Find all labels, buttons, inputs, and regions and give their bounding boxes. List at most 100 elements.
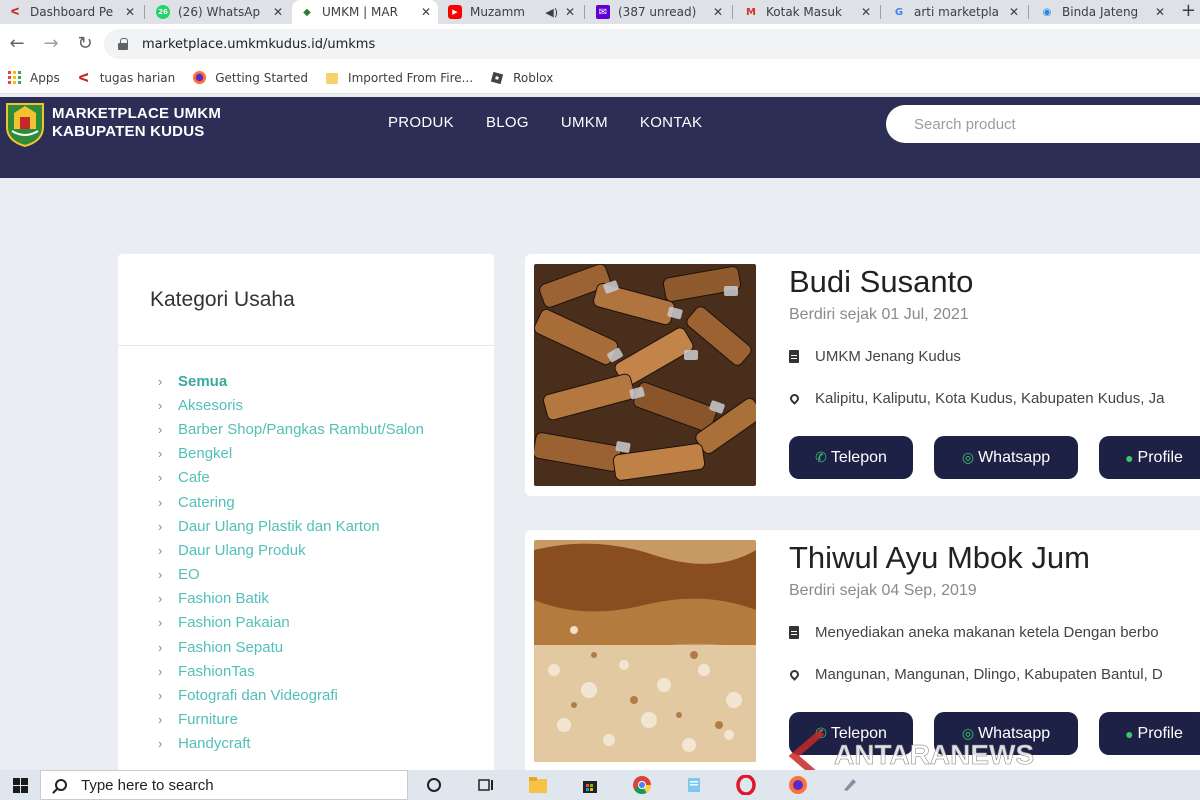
umkm-description-text: Menyediakan aneka makanan ketela Dengan … [815, 624, 1159, 641]
nav-blog[interactable]: BLOG [486, 114, 529, 131]
chevron-right-icon: › [158, 736, 163, 752]
close-icon[interactable]: ✕ [564, 5, 576, 19]
bookmark-roblox[interactable]: Roblox [489, 70, 553, 86]
close-icon[interactable]: ✕ [272, 5, 284, 19]
close-icon[interactable]: ✕ [712, 5, 724, 19]
gmail-icon: M [746, 6, 756, 18]
task-view-icon[interactable] [460, 770, 512, 800]
opera-icon[interactable] [720, 770, 772, 800]
umkm-address-text: Kalipitu, Kaliputu, Kota Kudus, Kabupate… [815, 390, 1165, 407]
category-label: Aksesoris [178, 396, 244, 414]
category-item-barber-shop[interactable]: › Barber Shop/Pangkas Rambut/Salon [158, 417, 494, 441]
brand-line-1: MARKETPLACE UMKM [52, 105, 222, 122]
category-item-aksesoris[interactable]: › Aksesoris [158, 393, 494, 417]
category-item-eo[interactable]: › EO [158, 563, 494, 587]
app-icon[interactable] [824, 770, 876, 800]
store-icon[interactable] [564, 770, 616, 800]
tab-umkm[interactable]: ◆ UMKM | MAR ✕ [292, 0, 438, 24]
product-image[interactable] [534, 540, 756, 762]
reload-icon[interactable]: ↻ [68, 33, 102, 54]
category-item-fotografi[interactable]: › Fotografi dan Videografi [158, 683, 494, 707]
yahoo-mail-icon: ✉ [596, 5, 610, 19]
apps-grid-icon [6, 70, 22, 86]
whatsapp-icon: 26 [156, 5, 170, 19]
bookmark-label: tugas harian [99, 70, 176, 85]
kudus-logo-icon[interactable] [4, 101, 46, 147]
tab-youtube[interactable]: ▶ Muzamm ◀) ✕ [440, 0, 582, 24]
chevron-right-icon: › [158, 712, 163, 728]
category-label: Semua [178, 372, 228, 390]
nav-kontak[interactable]: KONTAK [640, 114, 702, 131]
chevron-right-icon: › [158, 373, 163, 389]
address-bar[interactable]: marketplace.umkmkudus.id/umkms [104, 29, 1200, 59]
umkm-name[interactable]: Budi Susanto [789, 264, 973, 300]
tab-dashboard[interactable]: ᐸ Dashboard Pe ✕ [0, 0, 142, 24]
umkm-address-text: Mangunan, Mangunan, Dlingo, Kabupaten Ba… [815, 666, 1163, 683]
category-item-furniture[interactable]: › Furniture [158, 708, 494, 732]
category-item-fashion-sepatu[interactable]: › Fashion Sepatu [158, 635, 494, 659]
close-icon[interactable]: ✕ [860, 5, 872, 19]
forward-icon[interactable]: → [34, 33, 68, 54]
product-image[interactable] [534, 264, 756, 486]
profile-button[interactable]: ● Profile [1099, 436, 1200, 479]
chevron-right-icon: › [158, 542, 163, 558]
nav-umkm[interactable]: UMKM [561, 114, 608, 131]
cortana-icon[interactable] [408, 770, 460, 800]
user-icon: ● [1125, 725, 1134, 742]
tab-yahoo-mail[interactable]: ✉ (387 unread) ✕ [588, 0, 730, 24]
chevron-right-icon: › [158, 446, 163, 462]
chrome-icon[interactable] [616, 770, 668, 800]
windows-taskbar: Type here to search [0, 770, 1200, 800]
bookmark-getting-started[interactable]: Getting Started [191, 70, 308, 86]
bookmark-imported[interactable]: Imported From Fire... [324, 70, 473, 86]
speaker-icon[interactable]: ◀) [545, 6, 558, 19]
category-item-semua[interactable]: › Semua [158, 369, 494, 393]
chevron-right-icon: › [158, 518, 163, 534]
tab-whatsapp[interactable]: 26 (26) WhatsAp ✕ [148, 0, 290, 24]
tab-binda[interactable]: ◉ Binda Jateng ✕ [1032, 0, 1172, 24]
tab-google[interactable]: G arti marketpla ✕ [884, 0, 1026, 24]
bookmark-label: Roblox [513, 70, 554, 85]
new-tab-icon[interactable]: + [1181, 0, 1196, 22]
umkm-name[interactable]: Thiwul Ayu Mbok Jum [789, 540, 1090, 576]
close-icon[interactable]: ✕ [124, 5, 136, 19]
notepad-icon[interactable] [668, 770, 720, 800]
close-icon[interactable]: ✕ [1154, 5, 1166, 19]
bookmark-apps[interactable]: Apps [6, 70, 60, 86]
category-item-fashion-pakaian[interactable]: › Fashion Pakaian [158, 611, 494, 635]
lock-icon [118, 38, 128, 50]
telepon-button[interactable]: ✆ Telepon [789, 436, 913, 479]
chevron-right-icon: › [158, 397, 163, 413]
antara-icon: ᐸ [10, 6, 20, 18]
firefox-icon[interactable] [772, 770, 824, 800]
browser-tab-bar: ᐸ Dashboard Pe ✕ 26 (26) WhatsAp ✕ ◆ UMK… [0, 0, 1200, 24]
umkm-since: Berdiri sejak 01 Jul, 2021 [789, 306, 969, 323]
phone-icon: ✆ [815, 449, 827, 465]
tab-gmail[interactable]: M Kotak Masuk ✕ [736, 0, 878, 24]
nav-produk[interactable]: PRODUK [388, 114, 454, 131]
taskbar-search[interactable]: Type here to search [40, 770, 408, 800]
back-icon[interactable]: ← [0, 33, 34, 54]
category-item-daur-ulang-produk[interactable]: › Daur Ulang Produk [158, 538, 494, 562]
category-item-handycraft[interactable]: › Handycraft [158, 732, 494, 756]
close-icon[interactable]: ✕ [1008, 5, 1020, 19]
chevron-right-icon: › [158, 591, 163, 607]
bookmark-label: Imported From Fire... [348, 70, 474, 85]
category-item-catering[interactable]: › Catering [158, 490, 494, 514]
category-item-cafe[interactable]: › Cafe [158, 466, 494, 490]
file-explorer-icon[interactable] [512, 770, 564, 800]
site-brand[interactable]: MARKETPLACE UMKM KABUPATEN KUDUS [52, 105, 221, 141]
whatsapp-button[interactable]: ◎ Whatsapp [934, 436, 1078, 479]
bookmark-tugas-harian[interactable]: ᐸ tugas harian [76, 70, 176, 86]
category-label: Catering [178, 493, 235, 511]
search-input[interactable] [914, 115, 1200, 133]
category-item-daur-ulang-plastik[interactable]: › Daur Ulang Plastik dan Karton [158, 514, 494, 538]
close-icon[interactable]: ✕ [420, 5, 432, 19]
category-item-bengkel[interactable]: › Bengkel [158, 442, 494, 466]
profile-button[interactable]: ● Profile [1099, 712, 1200, 755]
category-label: Furniture [178, 711, 239, 729]
windows-start-button[interactable] [0, 770, 40, 800]
tab-title: (387 unread) [618, 5, 697, 19]
category-item-fashion-batik[interactable]: › Fashion Batik [158, 587, 494, 611]
category-item-fashion-tas[interactable]: › FashionTas [158, 659, 494, 683]
